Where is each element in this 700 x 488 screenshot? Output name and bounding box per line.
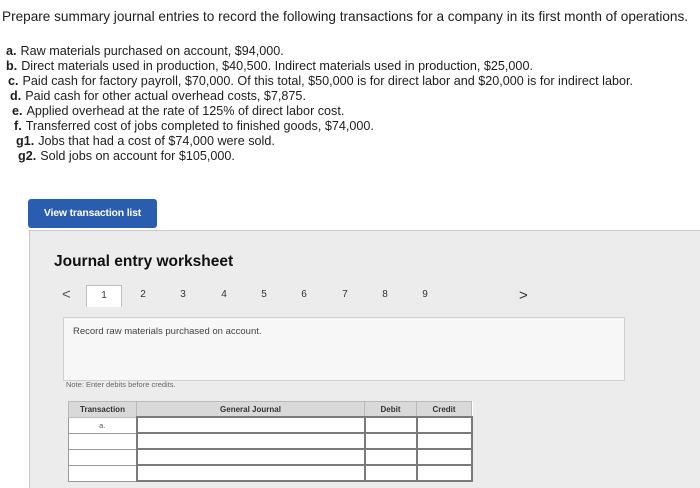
view-transaction-list-button[interactable]: View transaction list bbox=[28, 199, 157, 228]
transaction-cell bbox=[68, 448, 137, 466]
transaction-text: Jobs that had a cost of $74,000 were sol… bbox=[38, 134, 275, 148]
transaction-text: Paid cash for other actual overhead cost… bbox=[25, 89, 306, 103]
credit-cell[interactable] bbox=[415, 416, 473, 434]
page-tab-7[interactable]: 7 bbox=[328, 285, 362, 305]
transaction-label: a. bbox=[6, 44, 17, 58]
transaction-label: c. bbox=[8, 74, 19, 88]
general-journal-cell[interactable] bbox=[135, 432, 366, 450]
entry-pager: < 1 2 3 4 5 6 7 8 9 bbox=[60, 285, 540, 307]
credit-cell[interactable] bbox=[415, 448, 473, 466]
page-tab-1[interactable]: 1 bbox=[86, 285, 122, 307]
general-journal-header: General Journal bbox=[136, 401, 365, 418]
table-row bbox=[68, 432, 473, 450]
page-tab-9[interactable]: 9 bbox=[408, 285, 442, 305]
chevron-right-icon[interactable]: > bbox=[519, 287, 528, 304]
transaction-e: e. Applied overhead at the rate of 125% o… bbox=[12, 104, 344, 119]
transaction-label: f. bbox=[14, 119, 22, 133]
transaction-text: Raw materials purchased on account, $94,… bbox=[20, 44, 284, 58]
transaction-g1: g1. Jobs that had a cost of $74,000 were … bbox=[16, 134, 275, 149]
page-tab-3[interactable]: 3 bbox=[166, 285, 200, 305]
debit-cell[interactable] bbox=[363, 464, 418, 482]
page-tab-6[interactable]: 6 bbox=[287, 285, 321, 305]
credit-cell[interactable] bbox=[415, 432, 473, 450]
transaction-cell bbox=[68, 464, 137, 482]
table-row: a. bbox=[68, 416, 473, 434]
credit-header: Credit bbox=[416, 401, 472, 418]
journal-entry-worksheet: Journal entry worksheet < 1 2 3 4 5 6 7 … bbox=[29, 230, 700, 488]
transaction-a: a. Raw materials purchased on account, $9… bbox=[6, 44, 284, 59]
page-tab-2[interactable]: 2 bbox=[126, 285, 160, 305]
general-journal-cell[interactable] bbox=[135, 448, 366, 466]
page-tab-5[interactable]: 5 bbox=[247, 285, 281, 305]
table-row bbox=[68, 448, 473, 466]
debit-cell[interactable] bbox=[363, 448, 418, 466]
transaction-label: b. bbox=[6, 59, 18, 73]
transaction-text: Applied overhead at the rate of 125% of … bbox=[26, 104, 345, 118]
credit-cell[interactable] bbox=[415, 464, 473, 482]
transaction-c: c. Paid cash for factory payroll, $70,000… bbox=[8, 74, 633, 89]
debit-cell[interactable] bbox=[363, 432, 418, 450]
general-journal-cell[interactable] bbox=[135, 464, 366, 482]
general-journal-cell[interactable] bbox=[135, 416, 366, 434]
page-tab-4[interactable]: 4 bbox=[207, 285, 241, 305]
transaction-cell bbox=[68, 432, 137, 450]
transaction-label: g2. bbox=[18, 149, 37, 163]
question-title: Prepare summary journal entries to recor… bbox=[2, 9, 689, 24]
debits-note: Note: Enter debits before credits. bbox=[66, 380, 176, 389]
debit-cell[interactable] bbox=[363, 416, 418, 434]
transaction-b: b. Direct materials used in production, $… bbox=[6, 59, 533, 74]
debit-header: Debit bbox=[364, 401, 417, 418]
transaction-text: Direct materials used in production, $40… bbox=[21, 59, 533, 73]
table-row bbox=[68, 464, 473, 482]
transaction-d: d. Paid cash for other actual overhead co… bbox=[10, 89, 306, 104]
transaction-g2: g2. Sold jobs on account for $105,000. bbox=[18, 149, 235, 164]
journal-table: Transaction General Journal Debit Credit… bbox=[68, 401, 473, 482]
entry-instruction-box: Record raw materials purchased on accoun… bbox=[63, 317, 625, 381]
transaction-label: d. bbox=[10, 89, 22, 103]
transaction-text: Sold jobs on account for $105,000. bbox=[40, 149, 235, 163]
worksheet-title: Journal entry worksheet bbox=[54, 253, 234, 270]
transaction-label: e. bbox=[12, 104, 23, 118]
transaction-text: Paid cash for factory payroll, $70,000. … bbox=[22, 74, 633, 88]
chevron-left-icon[interactable]: < bbox=[62, 285, 71, 305]
page-tab-8[interactable]: 8 bbox=[368, 285, 402, 305]
transaction-cell: a. bbox=[68, 416, 137, 434]
transaction-text: Transferred cost of jobs completed to fi… bbox=[25, 119, 374, 133]
transaction-header: Transaction bbox=[68, 401, 137, 418]
transaction-f: f. Transferred cost of jobs completed to … bbox=[14, 119, 374, 134]
entry-instruction: Record raw materials purchased on accoun… bbox=[73, 326, 262, 337]
transaction-label: g1. bbox=[16, 134, 35, 148]
